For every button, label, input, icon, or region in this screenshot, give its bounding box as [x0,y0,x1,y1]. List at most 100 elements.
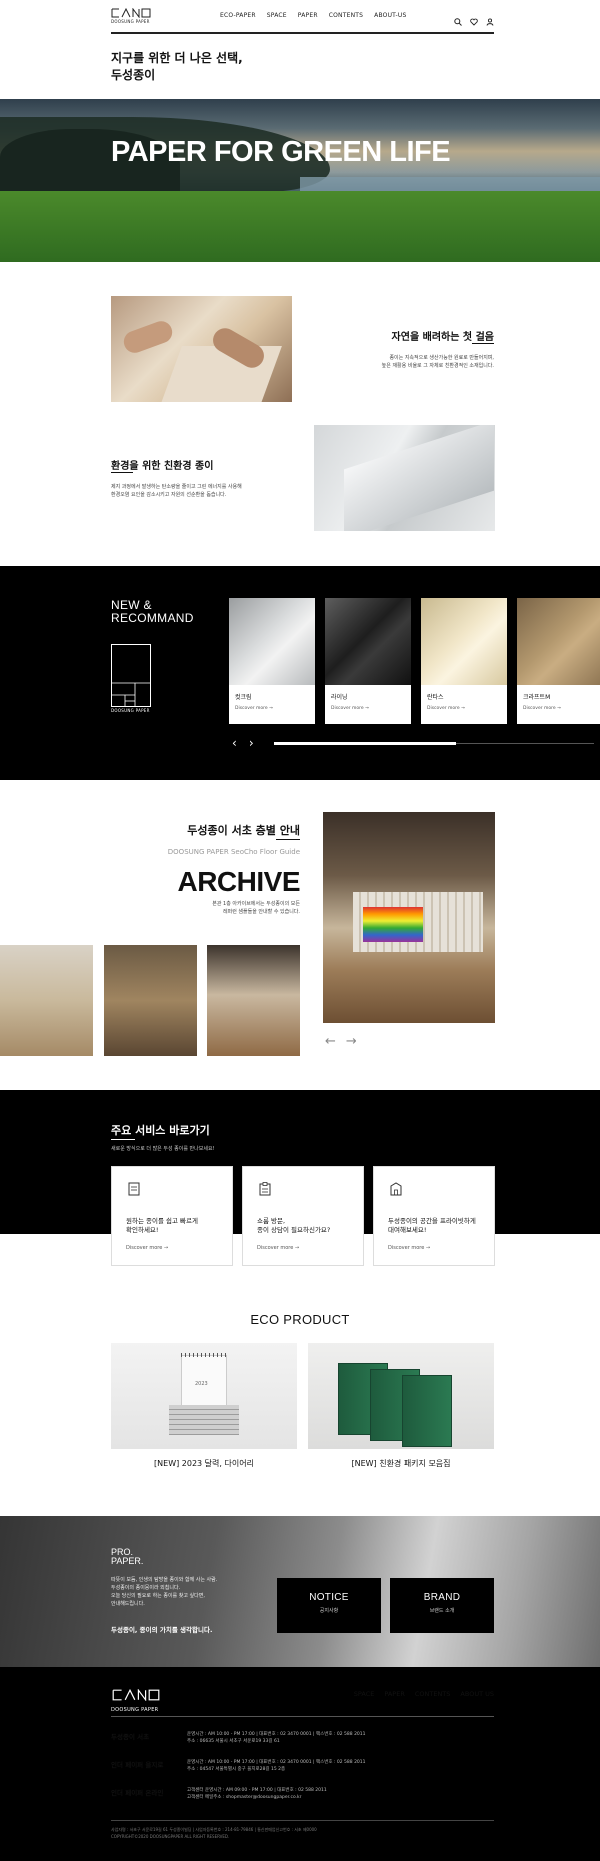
footer-divider-bottom [111,1820,494,1821]
discover-more-link[interactable]: Discover more → [126,1245,168,1251]
product-card[interactable]: 크라프트M Discover more → [517,598,600,724]
eco-product-image-calendar[interactable]: 2023 [111,1343,297,1449]
pro-paper-title: PRO. PAPER. [111,1547,144,1566]
discover-more-link[interactable]: Discover more → [257,1245,299,1251]
new-recommand-logo-grid [111,644,151,707]
footer-logo-mark [112,1688,160,1702]
prev-arrow-icon[interactable]: ← [325,1034,336,1049]
notice-button[interactable]: NOTICE 공지사항 [277,1578,381,1633]
footer-nav-about-us[interactable]: ABOUT US [460,1690,494,1698]
service-text: 쇼룸 방문, 종이 상담이 필요하신가요? [257,1217,331,1234]
eco-product-image-package[interactable] [308,1343,494,1449]
footer-nav-paper[interactable]: PAPER [384,1690,405,1698]
user-icon[interactable] [486,11,494,26]
site-header: DOOSUNG PAPER ECO-PAPER SPACE PAPER CONT… [0,0,600,34]
product-card[interactable]: 컷크림 Discover more → [229,598,315,724]
header-divider [111,32,494,34]
next-arrow-icon[interactable]: → [346,1034,357,1049]
product-image [517,598,600,685]
nav-paper[interactable]: PAPER [298,12,318,19]
nav-about-us[interactable]: ABOUT-US [374,12,406,19]
nav-space[interactable]: SPACE [267,12,287,19]
archive-title: 두성종이 서초 층별 안내 [187,824,300,837]
intro-title: 지구를 위한 더 나은 선택, 두성종이 [111,51,243,82]
discover-more-link[interactable]: Discover more → [331,706,369,711]
service-text: 원하는 종이를 쉽고 빠르게 확인하세요! [126,1217,198,1234]
branch-info: 운영시간 : AM 10:00 - PM 17:00 | 대표번호 : 02 3… [187,1760,366,1772]
feature-divider-1 [472,343,494,344]
archive-description: 본관 1층 아카이브에서는 두성종이의 모든 레퍼런 샘플들을 안내할 수 있습… [212,901,300,915]
clipboard-icon [259,1182,271,1196]
service-card-space-rental[interactable]: 두성종이의 공간을 프라이빗하게 대여해보세요! Discover more → [373,1166,495,1266]
product-image [325,598,411,685]
calendar-label: 2023 [195,1381,208,1387]
archive-thumbnail[interactable] [104,945,197,1056]
services-title: 주요 서비스 바로가기 [111,1124,210,1137]
eco-product-name[interactable]: [NEW] 친환경 패키지 모음집 [308,1458,494,1469]
discover-more-link[interactable]: Discover more → [388,1245,430,1251]
document-icon [128,1182,140,1196]
feature-desc-1: 종이는 지속적으로 생산가능한 원료로 만들어지며, 높은 재활용 비율로 그 … [381,355,494,369]
slider-arrows: ‹ › [232,736,254,750]
feature-title-1: 자연을 배려하는 첫 걸음 [391,332,494,343]
services-divider [111,1139,135,1140]
product-card[interactable]: 란타스 Discover more → [421,598,507,724]
branch-name: 인더 페이퍼 을지로 [111,1761,164,1769]
service-text: 두성종이의 공간을 프라이빗하게 대여해보세요! [388,1217,476,1234]
product-card[interactable]: 라이닝 Discover more → [325,598,411,724]
footer-nav-contents[interactable]: CONTENTS [415,1690,451,1698]
archive-thumbnail[interactable] [0,945,93,1056]
main-nav: ECO-PAPER SPACE PAPER CONTENTS ABOUT-US [220,12,406,19]
logo-mark [111,8,151,18]
branch-info: 운영시간 : AM 10:00 - PM 17:00 | 대표번호 : 02 3… [187,1732,366,1744]
hero-banner [0,99,600,262]
logo-text: DOOSUNG PAPER [111,19,150,24]
prev-arrow-icon[interactable]: ‹ [232,736,237,750]
brand-button-sub: 브랜드 소개 [429,1608,455,1614]
footer-logo-text: DOOSUNG PAPER [111,1707,159,1713]
archive-heading: ARCHIVE [177,866,300,897]
feature-divider-2 [111,472,133,473]
brand-button-title: BRAND [423,1592,461,1603]
branch-name: 두성종이 서초 [111,1733,150,1741]
product-name: 란타스 [427,694,444,701]
notice-button-sub: 공지사항 [319,1608,339,1614]
discover-more-link[interactable]: Discover more → [523,706,561,711]
footer-nav-space[interactable]: SPACE [354,1690,375,1698]
product-name: 크라프트M [523,694,551,701]
feature-image-paper [314,425,495,531]
discover-more-link[interactable]: Discover more → [235,706,273,711]
service-card-showroom[interactable]: 쇼룸 방문, 종이 상담이 필요하신가요? Discover more → [242,1166,364,1266]
product-name: 컷크림 [235,694,252,701]
product-image [229,598,315,685]
archive-divider [276,839,300,840]
next-arrow-icon[interactable]: › [249,736,254,750]
eco-product-title: ECO PRODUCT [250,1312,350,1327]
footer-nav: SPACE PAPER CONTENTS ABOUT US [354,1690,494,1698]
archive-main-photo [323,812,495,1023]
logo[interactable]: DOOSUNG PAPER [111,8,153,24]
brand-button[interactable]: BRAND 브랜드 소개 [390,1578,494,1633]
slider-progress-fill [274,742,457,745]
services-subtitle: 새로운 방식으로 더 많은 두성 종이를 만나보세요! [111,1146,215,1152]
feature-title-2: 환경을 위한 친환경 종이 [111,461,214,472]
footer-logo[interactable]: DOOSUNG PAPER [111,1686,161,1713]
hero-grass [0,191,600,262]
pro-paper-tagline: 두성종이, 종이의 가치를 생각합니다. [111,1626,213,1634]
header-utilities [454,11,494,26]
archive-thumbnail[interactable] [207,945,300,1056]
discover-more-link[interactable]: Discover more → [427,706,465,711]
nav-contents[interactable]: CONTENTS [329,12,363,19]
nav-eco-paper[interactable]: ECO-PAPER [220,12,256,19]
slider-progress[interactable] [274,742,594,745]
product-image [421,598,507,685]
archive-arrows: ← → [325,1034,357,1049]
service-card-paper-search[interactable]: 원하는 종이를 쉽고 빠르게 확인하세요! Discover more → [111,1166,233,1266]
eco-product-name[interactable]: [NEW] 2023 달력, 다이어리 [111,1458,297,1469]
new-recommand-logo-text: DOOSUNG PAPER [111,708,150,713]
search-icon[interactable] [454,11,462,26]
new-recommand-title: NEW & RECOMMAND [111,598,194,625]
footer-copyright: 사업자명 : 서초구 서운로19길 61 두성종이빌딩 | 사업자등록번호 : … [111,1827,317,1839]
archive-subtitle: DOOSUNG PAPER SeoCho Floor Guide [167,848,300,856]
heart-icon[interactable] [470,11,478,26]
